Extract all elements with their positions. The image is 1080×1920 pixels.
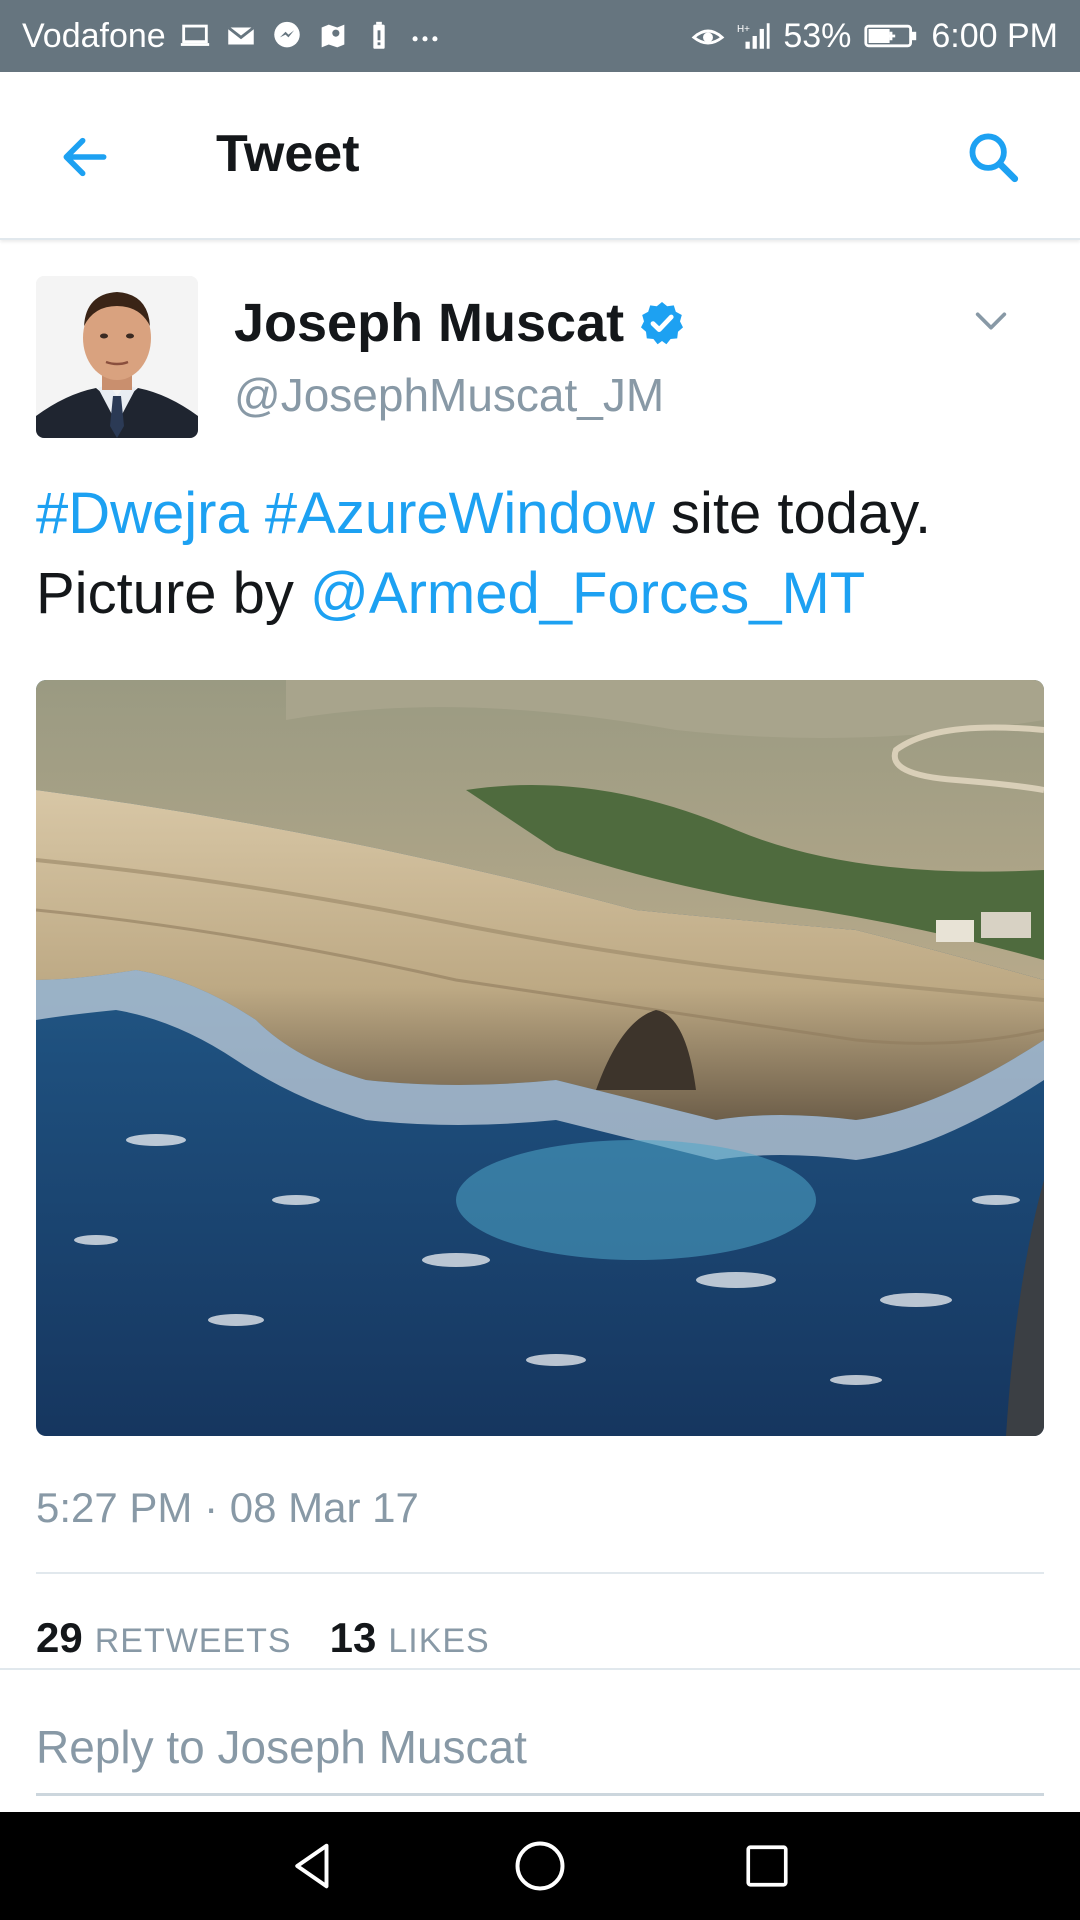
status-bar: Vodafone H+ 53% 6:00 PM [0, 0, 1080, 72]
mail-icon [224, 19, 258, 53]
divider [36, 1572, 1044, 1574]
carrier-label: Vodafone [22, 16, 166, 55]
author-name-text: Joseph Muscat [234, 293, 625, 353]
avatar[interactable] [36, 276, 198, 438]
app-bar: Tweet [0, 72, 1080, 240]
tweet-options-button[interactable] [966, 296, 1016, 346]
hashtag-link[interactable]: #AzureWindow [265, 481, 655, 546]
divider [0, 1668, 1080, 1670]
chevron-down-icon [971, 301, 1011, 341]
retweets-stat[interactable]: 29 RETWEETS [36, 1614, 292, 1662]
maps-icon [316, 19, 350, 53]
circle-home-icon [513, 1839, 567, 1893]
search-button[interactable] [958, 122, 1028, 192]
messenger-icon [270, 19, 304, 53]
tweet-stats: 29 RETWEETS 13 LIKES [36, 1614, 490, 1662]
nav-recents-button[interactable] [737, 1836, 797, 1896]
tweet-text-segment: site today. [654, 481, 932, 546]
battery-alert-icon [362, 19, 396, 53]
likes-label: LIKES [388, 1622, 490, 1660]
clock: 6:00 PM [931, 16, 1058, 55]
page-title: Tweet [216, 125, 360, 183]
nav-back-button[interactable] [283, 1836, 343, 1896]
more-icon [408, 19, 442, 53]
retweets-count: 29 [36, 1614, 83, 1661]
nav-home-button[interactable] [510, 1836, 570, 1896]
author-name[interactable]: Joseph Muscat [234, 292, 686, 354]
mention-link[interactable]: @Armed_Forces_MT [310, 561, 865, 626]
battery-icon [863, 19, 919, 53]
signal-icon: H+ [737, 19, 771, 53]
square-recents-icon [742, 1841, 792, 1891]
reply-input[interactable] [36, 1700, 1044, 1796]
likes-count: 13 [329, 1614, 377, 1661]
arrow-left-icon [57, 129, 113, 185]
tweet-text: #Dwejra #AzureWindow site today. Picture… [36, 474, 1046, 634]
navigation-bar [0, 1812, 1080, 1920]
svg-text:H+: H+ [737, 24, 750, 35]
tweet-text-segment: Picture by [36, 561, 310, 626]
retweets-label: RETWEETS [94, 1622, 292, 1660]
laptop-icon [178, 19, 212, 53]
triangle-back-icon [286, 1839, 340, 1893]
search-icon [964, 128, 1022, 186]
eye-icon [691, 19, 725, 53]
author-handle[interactable]: @JosephMuscat_JM [234, 368, 664, 422]
tweet-timestamp: 5:27 PM · 08 Mar 17 [36, 1484, 419, 1531]
hashtag-link[interactable]: #Dwejra [36, 481, 249, 546]
verified-badge-icon [638, 299, 686, 347]
battery-percent: 53% [783, 16, 852, 55]
tweet-photo[interactable] [36, 680, 1044, 1436]
back-button[interactable] [50, 122, 120, 192]
likes-stat[interactable]: 13 LIKES [330, 1614, 490, 1662]
